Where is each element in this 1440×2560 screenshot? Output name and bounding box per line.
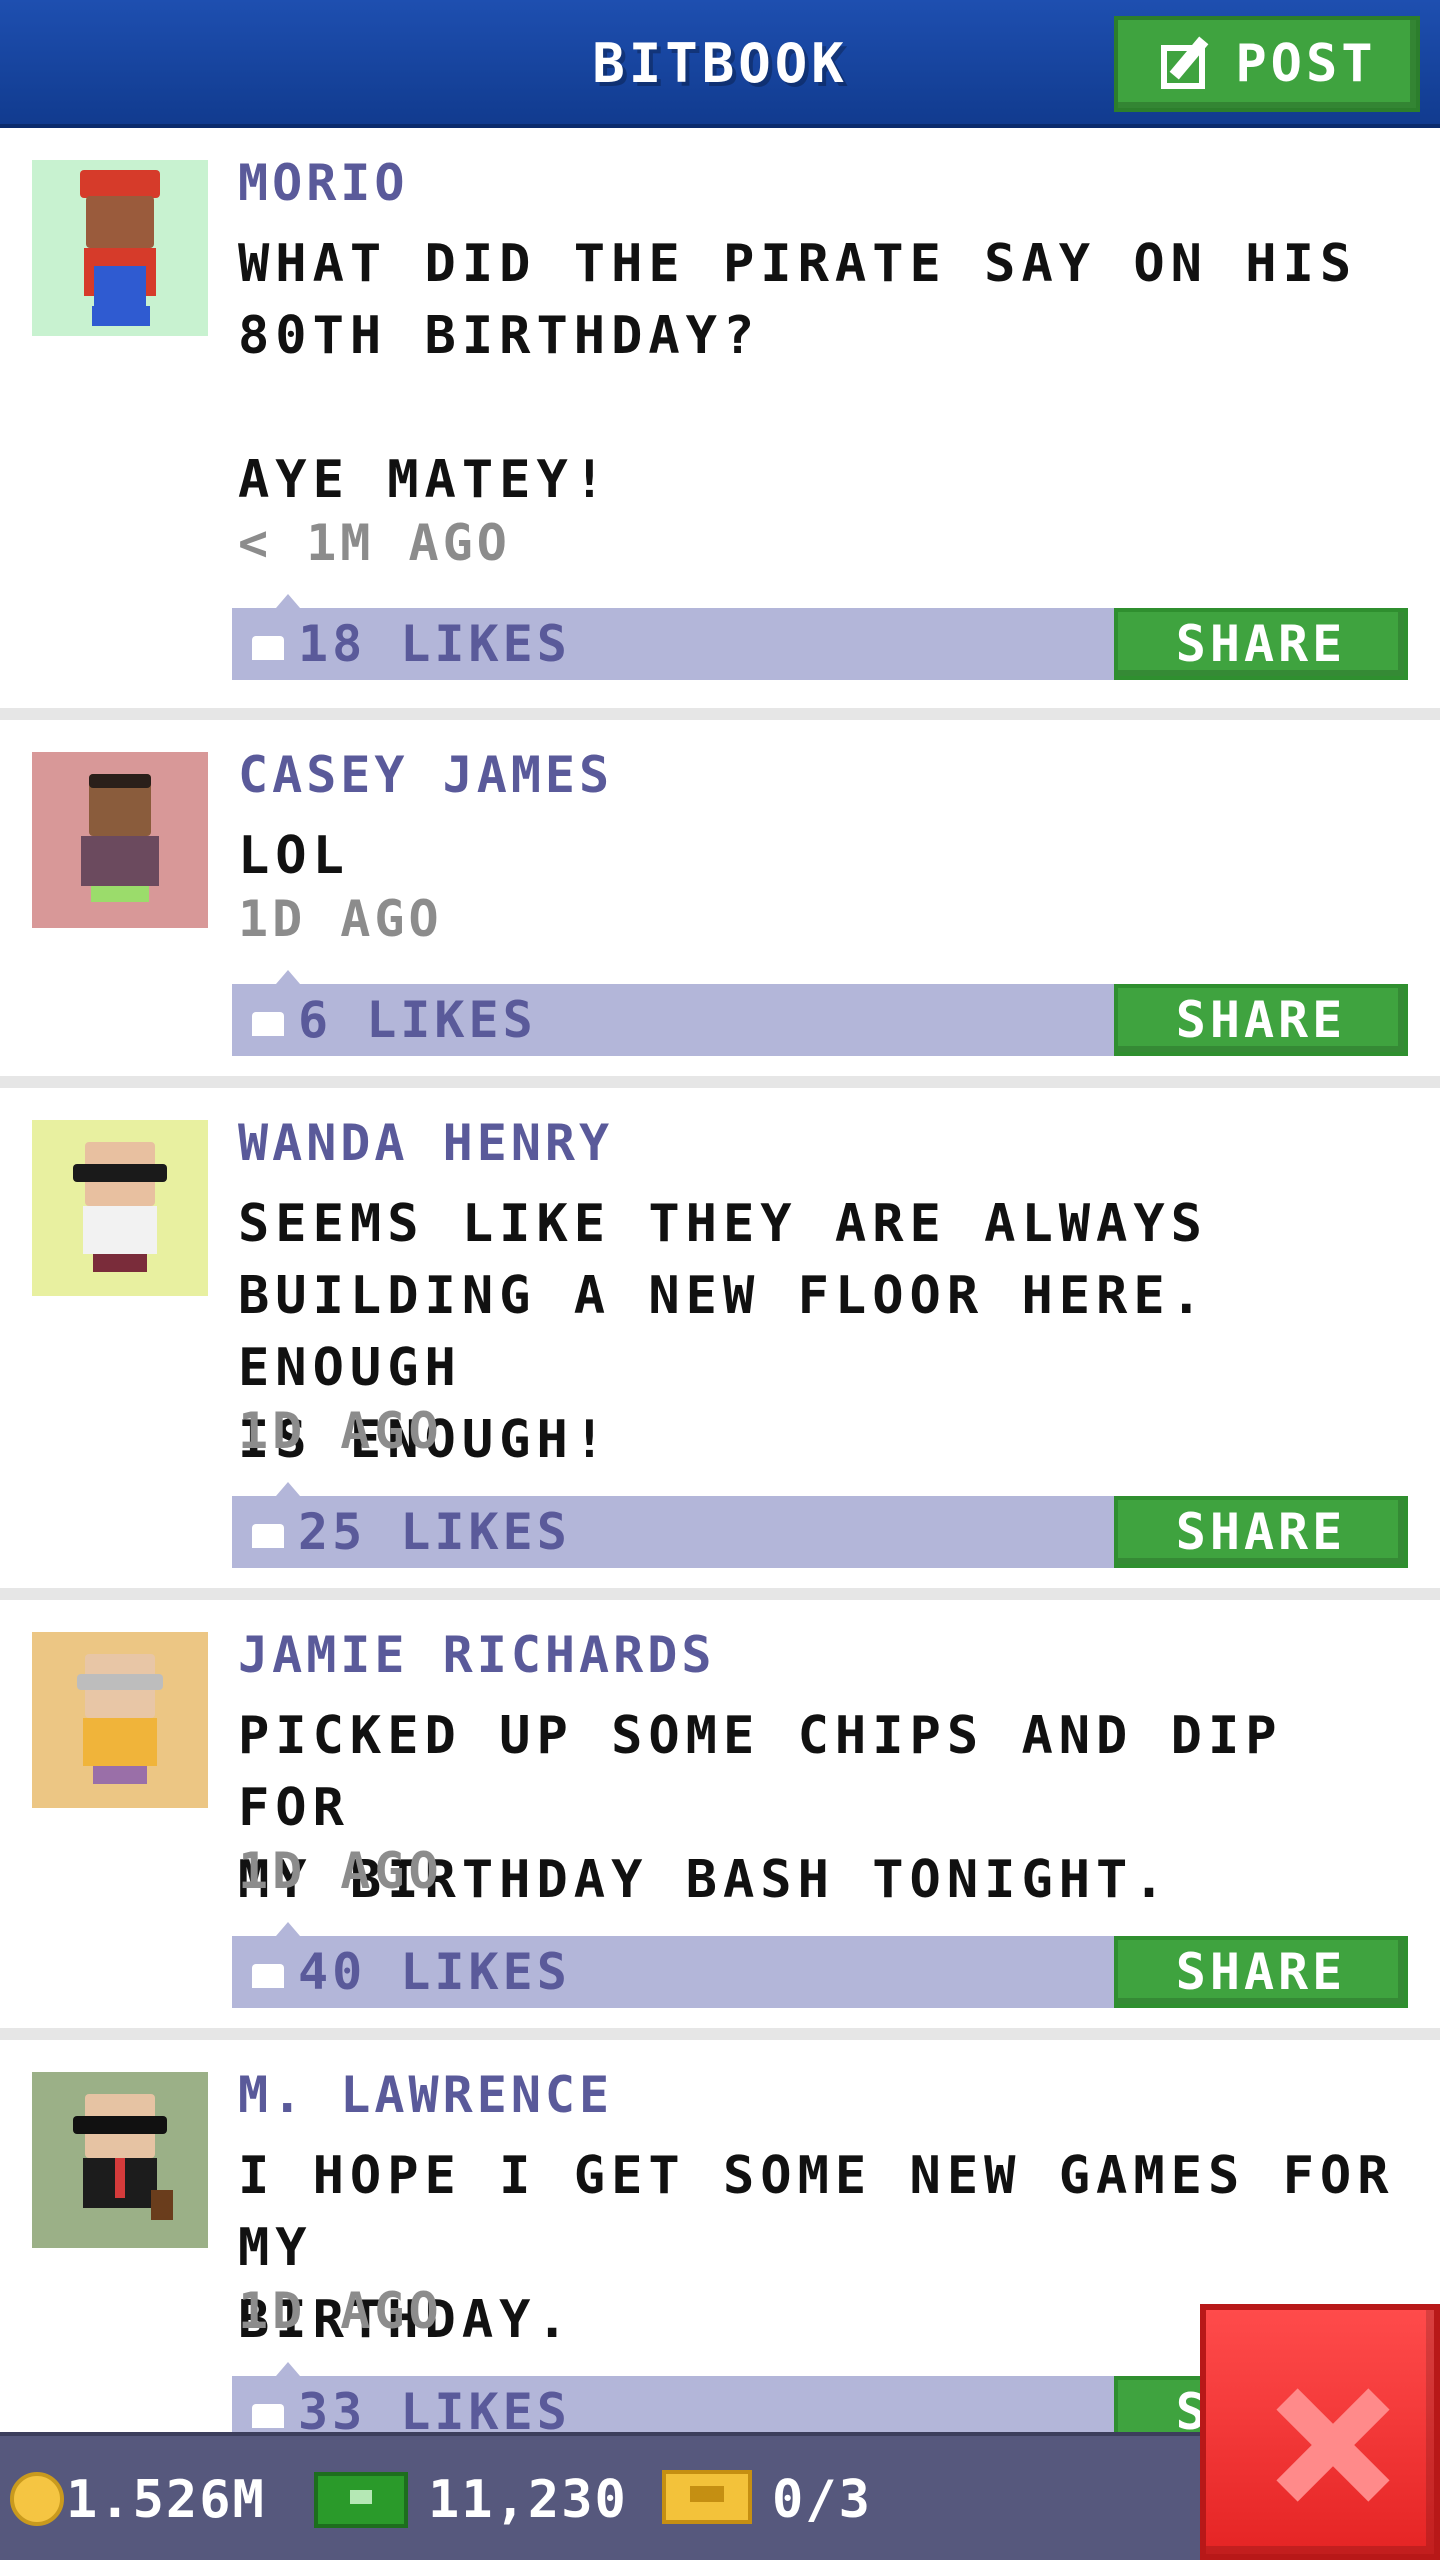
post-button-label: POST xyxy=(1235,34,1377,94)
post-time: 1D AGO xyxy=(238,2282,443,2340)
divider xyxy=(0,708,1440,720)
like-button[interactable]: 18 LIKES xyxy=(252,608,571,680)
share-button[interactable]: SHARE xyxy=(1114,1496,1408,1568)
post-text: WHAT DID THE PIRATE SAY ON HIS 80TH BIRT… xyxy=(238,234,1358,510)
thumbs-up-icon xyxy=(252,2403,284,2428)
ticket-icon xyxy=(662,2470,752,2524)
post-author[interactable]: MORIO xyxy=(238,154,409,212)
thumbs-up-icon xyxy=(252,1963,284,1988)
likes-bar: 6 LIKES SHARE xyxy=(232,970,1408,1056)
tickets-count: 0/3 xyxy=(772,2470,872,2530)
divider xyxy=(0,1076,1440,1088)
bitbook-feed[interactable]: MORIO WHAT DID THE PIRATE SAY ON HIS 80T… xyxy=(0,132,1440,2460)
likes-bar: 40 LIKES SHARE xyxy=(232,1922,1408,2008)
like-button[interactable]: 25 LIKES xyxy=(252,1496,571,1568)
divider xyxy=(0,2028,1440,2040)
avatar[interactable] xyxy=(32,1632,208,1808)
coins-count: 1.526M xyxy=(66,2470,266,2530)
post-time: 1D AGO xyxy=(238,1402,443,1460)
bux-icon xyxy=(314,2472,408,2528)
close-icon xyxy=(1276,2388,1390,2502)
avatar[interactable] xyxy=(32,752,208,928)
likes-bar: 18 LIKES SHARE xyxy=(232,594,1408,680)
likes-bar: 25 LIKES SHARE xyxy=(232,1482,1408,1568)
close-button[interactable] xyxy=(1200,2304,1440,2560)
feed-post: MORIO WHAT DID THE PIRATE SAY ON HIS 80T… xyxy=(0,132,1440,708)
post-author[interactable]: JAMIE RICHARDS xyxy=(238,1626,715,1684)
likes-count: 6 LIKES xyxy=(298,991,537,1049)
post-text: LOL xyxy=(238,826,350,886)
avatar[interactable] xyxy=(32,1120,208,1296)
thumbs-up-icon xyxy=(252,1011,284,1036)
feed-post: JAMIE RICHARDS PICKED UP SOME CHIPS AND … xyxy=(0,1600,1440,2028)
like-button[interactable]: 40 LIKES xyxy=(252,1936,571,2008)
post-author[interactable]: CASEY JAMES xyxy=(238,746,613,804)
post-time: 1D AGO xyxy=(238,890,443,948)
post-time: 1D AGO xyxy=(238,1842,443,1900)
post-author[interactable]: M. LAWRENCE xyxy=(238,2066,613,2124)
post-author[interactable]: WANDA HENRY xyxy=(238,1114,613,1172)
thumbs-up-icon xyxy=(252,1523,284,1548)
thumbs-up-icon xyxy=(252,635,284,660)
post-button[interactable]: POST xyxy=(1114,16,1420,112)
likes-count: 18 LIKES xyxy=(298,615,571,673)
compose-icon xyxy=(1157,35,1215,93)
coin-icon xyxy=(10,2472,64,2526)
share-button[interactable]: SHARE xyxy=(1114,984,1408,1056)
likes-count: 40 LIKES xyxy=(298,1943,571,2001)
likes-count: 25 LIKES xyxy=(298,1503,571,1561)
divider xyxy=(0,1588,1440,1600)
avatar[interactable] xyxy=(32,160,208,336)
share-button[interactable]: SHARE xyxy=(1114,608,1408,680)
bux-count: 11,230 xyxy=(428,2470,628,2530)
avatar[interactable] xyxy=(32,2072,208,2248)
feed-post: CASEY JAMES LOL 1D AGO 6 LIKES SHARE xyxy=(0,720,1440,1076)
like-button[interactable]: 6 LIKES xyxy=(252,984,537,1056)
feed-post: WANDA HENRY SEEMS LIKE THEY ARE ALWAYS B… xyxy=(0,1088,1440,1588)
post-time: < 1M AGO xyxy=(238,514,511,572)
share-button[interactable]: SHARE xyxy=(1114,1936,1408,2008)
app-header: BITBOOK POST xyxy=(0,0,1440,128)
